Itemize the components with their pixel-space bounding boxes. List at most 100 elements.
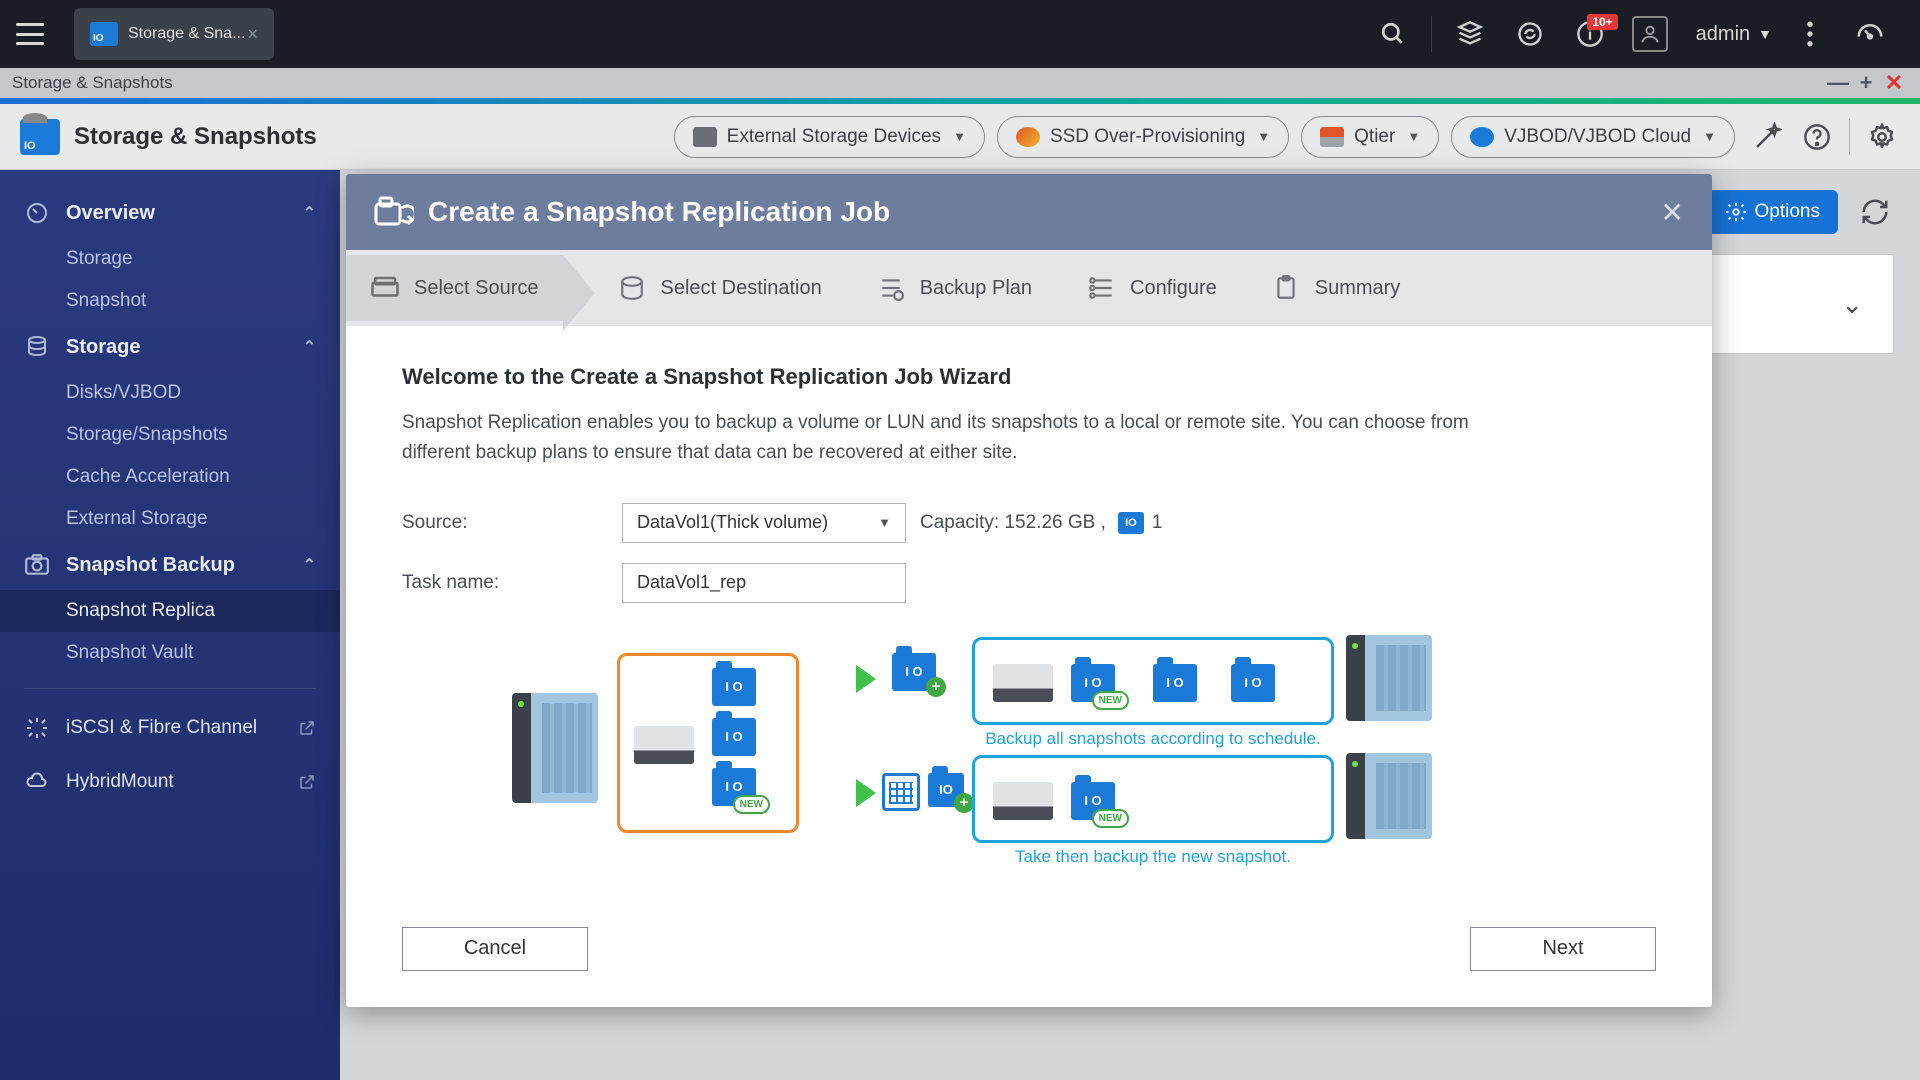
capacity-info: Capacity: 152.26 GB , IO 1	[920, 512, 1162, 534]
sidebar-section-overview[interactable]: Overview ⌃	[0, 188, 340, 238]
search-button[interactable]	[1369, 10, 1417, 58]
expand-button[interactable]: ⌄	[1841, 289, 1863, 320]
arrow-right-icon	[814, 659, 878, 699]
step-select-destination[interactable]: Select Destination	[617, 275, 822, 301]
next-button[interactable]: Next	[1470, 927, 1656, 971]
step-backup-plan[interactable]: Backup Plan	[876, 275, 1032, 301]
sidebar-item-disks[interactable]: Disks/VJBOD	[0, 372, 340, 414]
divider	[24, 688, 316, 689]
volume-icon-button[interactable]	[1446, 10, 1494, 58]
sliders-icon	[1086, 275, 1116, 301]
external-storage-dropdown[interactable]: External Storage Devices ▼	[674, 116, 985, 158]
schedule-icon	[876, 275, 906, 301]
source-frame: I O I O I ONEW	[617, 653, 799, 833]
notification-badge: 10+	[1587, 14, 1617, 30]
chevron-up-icon: ⌃	[303, 555, 316, 575]
modal-header: Create a Snapshot Replication Job ✕	[346, 174, 1712, 250]
main-menu-button[interactable]	[0, 0, 60, 68]
source-nas-icon	[512, 693, 598, 803]
sidebar-item-storage[interactable]: Storage	[0, 238, 340, 280]
ssd-icon	[1016, 127, 1040, 147]
app-title: Storage & Snapshots	[74, 123, 317, 151]
vjbod-dropdown[interactable]: VJBOD/VJBOD Cloud ▼	[1451, 116, 1735, 158]
task-name-row: Task name:	[402, 563, 1656, 603]
gear-icon	[1725, 201, 1747, 223]
gauge-icon	[1855, 19, 1885, 49]
snapshot-count-icon: IO	[1118, 512, 1144, 534]
window-title: Storage & Snapshots	[12, 73, 173, 93]
caret-down-icon: ▼	[878, 515, 891, 530]
search-icon	[1380, 21, 1406, 47]
volume-icon	[993, 664, 1053, 702]
app-icon	[20, 119, 60, 155]
database-icon	[24, 334, 50, 360]
snapshot-new-icon: I ONEW	[1071, 664, 1115, 702]
drive-icon	[693, 127, 717, 147]
step-configure[interactable]: Configure	[1086, 275, 1217, 301]
source-select[interactable]: DataVol1(Thick volume) ▼	[622, 503, 906, 543]
cloud-icon	[1470, 127, 1494, 147]
gear-icon	[1867, 122, 1897, 152]
replication-icon	[374, 196, 414, 228]
sidebar-section-backup[interactable]: Snapshot Backup ⌃	[0, 540, 340, 590]
app-toolbar: Storage & Snapshots External Storage Dev…	[0, 104, 1920, 170]
sidebar-item-snapshot[interactable]: Snapshot	[0, 280, 340, 322]
settings-button[interactable]	[1864, 119, 1900, 155]
cloud-link-icon	[24, 769, 50, 795]
sidebar-item-vault[interactable]: Snapshot Vault	[0, 632, 340, 674]
more-button[interactable]	[1786, 10, 1834, 58]
welcome-heading: Welcome to the Create a Snapshot Replica…	[402, 364, 1656, 390]
system-topbar: Storage & Sna... × 10+ admin ▼	[0, 0, 1920, 68]
task-name-input[interactable]	[622, 563, 906, 603]
window-minimize-button[interactable]: —	[1824, 70, 1852, 96]
cancel-button[interactable]: Cancel	[402, 927, 588, 971]
snapshot-icon: I O	[1231, 664, 1275, 702]
snapshot-icon: I O	[712, 718, 756, 756]
notifications-button[interactable]: 10+	[1566, 10, 1614, 58]
help-icon	[1803, 123, 1831, 151]
user-button[interactable]	[1626, 10, 1674, 58]
sidebar-link-iscsi[interactable]: iSCSI & Fibre Channel	[0, 703, 340, 753]
replication-diagram: I O I O I ONEW I O+ I ONEW I O I O Backu…	[402, 623, 1656, 883]
diagram-caption-all: Backup all snapshots according to schedu…	[972, 729, 1334, 749]
wizard-button[interactable]	[1749, 119, 1785, 155]
window-maximize-button[interactable]: +	[1852, 70, 1880, 96]
ssd-provisioning-dropdown[interactable]: SSD Over-Provisioning ▼	[997, 116, 1289, 158]
sidebar-item-external[interactable]: External Storage	[0, 498, 340, 540]
sidebar-item-replica[interactable]: Snapshot Replica	[0, 590, 340, 632]
task-button[interactable]	[1506, 10, 1554, 58]
snapshot-new-icon: I ONEW	[1071, 782, 1115, 820]
sidebar-item-storage-snapshots[interactable]: Storage/Snapshots	[0, 414, 340, 456]
app-tab[interactable]: Storage & Sna... ×	[74, 8, 274, 60]
sidebar-section-storage[interactable]: Storage ⌃	[0, 322, 340, 372]
hamburger-icon	[16, 23, 44, 45]
snapshot-icon: I O	[1153, 664, 1197, 702]
sidebar-link-hybridmount[interactable]: HybridMount	[0, 757, 340, 807]
kebab-icon	[1806, 21, 1814, 47]
wand-icon	[1752, 122, 1782, 152]
dashboard-button[interactable]	[1846, 10, 1894, 58]
window-close-button[interactable]: ✕	[1880, 70, 1908, 96]
layers-icon	[1456, 20, 1484, 48]
help-button[interactable]	[1799, 119, 1835, 155]
step-select-source[interactable]: Select Source	[346, 255, 563, 321]
chevron-up-icon: ⌃	[303, 337, 316, 357]
create-job-modal: Create a Snapshot Replication Job ✕ Sele…	[346, 174, 1712, 1007]
tab-close-button[interactable]: ×	[247, 24, 258, 45]
snapshot-add-icon: IO+	[928, 773, 964, 807]
app-body: Overview ⌃ Storage Snapshot Storage ⌃ Di…	[0, 170, 1920, 1080]
modal-close-button[interactable]: ✕	[1661, 196, 1684, 229]
user-menu[interactable]: admin ▼	[1696, 23, 1772, 46]
source-label: Source:	[402, 512, 622, 534]
options-button[interactable]: Options	[1707, 190, 1838, 234]
user-icon	[1632, 16, 1668, 52]
username: admin	[1696, 23, 1750, 46]
refresh-button[interactable]	[1856, 193, 1894, 231]
sidebar-item-cache[interactable]: Cache Acceleration	[0, 456, 340, 498]
caret-down-icon: ▼	[1257, 129, 1270, 144]
arrow-right-icon	[814, 773, 878, 813]
step-summary[interactable]: Summary	[1271, 275, 1401, 301]
qtier-dropdown[interactable]: Qtier ▼	[1301, 116, 1439, 158]
network-icon	[24, 715, 50, 741]
modal-footer: Cancel Next	[346, 909, 1712, 1007]
